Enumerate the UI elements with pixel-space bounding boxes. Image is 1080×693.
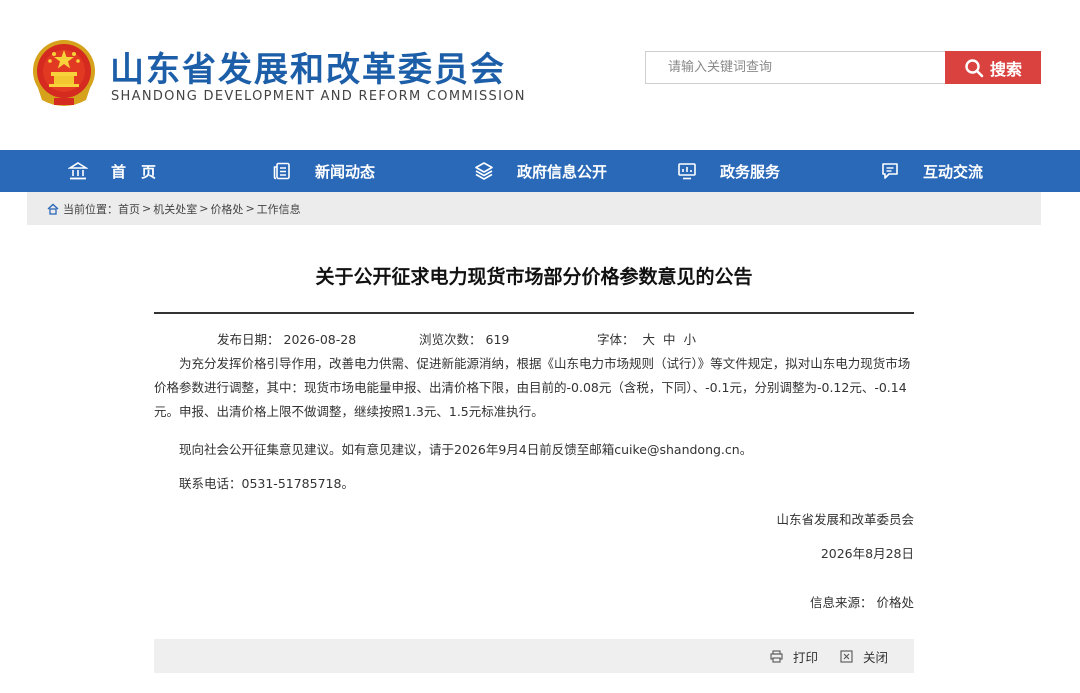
font-size-control: 字体： 大 中 小 (597, 329, 696, 348)
print-label: 打印 (793, 649, 819, 665)
publish-date-label: 发布日期： (217, 332, 280, 347)
breadcrumb-separator: > (199, 202, 209, 215)
breadcrumb-item-home[interactable]: 首页 (118, 201, 140, 217)
home-icon (68, 162, 88, 180)
breadcrumb-separator: > (142, 202, 152, 215)
publish-date-value: 2026-08-28 (283, 332, 357, 347)
breadcrumb-prefix: 当前位置： (63, 202, 118, 216)
breadcrumb-item-departments[interactable]: 机关处室 (153, 201, 197, 217)
site-header: 山东省发展和改革委员会 SHANDONG DEVELOPMENT AND REF… (0, 0, 1080, 150)
news-icon (273, 162, 290, 180)
print-icon (770, 649, 783, 663)
site-title: 山东省发展和改革委员会 (110, 50, 506, 90)
publish-date: 发布日期： 2026-08-28 (217, 329, 356, 348)
breadcrumb: 当前位置： 首页 > 机关处室 > 价格处 > 工作信息 (27, 192, 1041, 225)
view-count-label: 浏览次数： (419, 332, 482, 347)
title-divider (154, 312, 914, 314)
nav-item-news[interactable]: 新闻动态 (272, 150, 375, 192)
font-size-small[interactable]: 小 (684, 332, 697, 347)
info-source: 信息来源： 价格处 (810, 592, 914, 611)
view-count-value: 619 (485, 332, 510, 347)
info-source-label: 信息来源： (809, 595, 873, 610)
nav-item-interaction[interactable]: 互动交流 (880, 150, 983, 192)
close-icon (840, 649, 853, 663)
nav-item-label: 互动交流 (923, 162, 984, 181)
info-source-value: 价格处 (876, 595, 914, 610)
nav-item-services[interactable]: 政务服务 (677, 150, 780, 192)
breadcrumb-item-price-office[interactable]: 价格处 (210, 201, 243, 217)
font-size-label: 字体： (597, 332, 635, 347)
article-paragraph: 联系电话：0531-51785718。 (179, 476, 354, 491)
site-subtitle: SHANDONG DEVELOPMENT AND REFORM COMMISSI… (111, 89, 526, 104)
search-icon (965, 58, 984, 77)
nav-item-label: 政府信息公开 (517, 162, 608, 181)
chat-icon (882, 163, 898, 179)
main-nav: 首 页 新闻动态 政府信息公开 政务服务 互动交流 (0, 150, 1080, 192)
article-paragraph: 现向社会公开征集意见建议。如有意见建议，请于2026年9月4日前反馈至邮箱cui… (179, 442, 753, 457)
nav-item-label: 新闻动态 (315, 162, 376, 181)
article-paragraph: 为充分发挥价格引导作用，改善电力供需、促进新能源消纳，根据《山东电力市场规则（试… (154, 356, 911, 419)
search-button[interactable]: 搜索 (945, 51, 1041, 84)
nav-item-label: 首 页 (111, 162, 157, 181)
article-sign-date: 2026年8月28日 (820, 546, 914, 561)
monitor-chart-icon (678, 163, 696, 180)
search-input[interactable] (645, 51, 945, 84)
print-button[interactable]: 打印 (770, 639, 818, 673)
nav-item-home[interactable]: 首 页 (68, 150, 156, 192)
nav-item-label: 政务服务 (720, 162, 781, 181)
home-icon (47, 203, 59, 215)
national-emblem-icon (33, 40, 95, 106)
close-label: 关闭 (863, 649, 889, 665)
font-size-large[interactable]: 大 (643, 332, 656, 347)
view-count: 浏览次数： 619 (419, 329, 509, 348)
close-button[interactable]: 关闭 (840, 639, 888, 673)
nav-item-gov-info[interactable]: 政府信息公开 (474, 150, 607, 192)
font-size-medium[interactable]: 中 (663, 332, 676, 347)
search-button-label: 搜索 (989, 59, 1022, 79)
article-actions-bar: 打印 关闭 (154, 639, 914, 673)
layers-icon (475, 162, 493, 180)
breadcrumb-separator: > (245, 202, 255, 215)
breadcrumb-item-work-info[interactable]: 工作信息 (257, 201, 301, 217)
article-signature: 山东省发展和改革委员会 (776, 512, 914, 527)
article-title: 关于公开征求电力现货市场部分价格参数意见的公告 (315, 266, 753, 288)
